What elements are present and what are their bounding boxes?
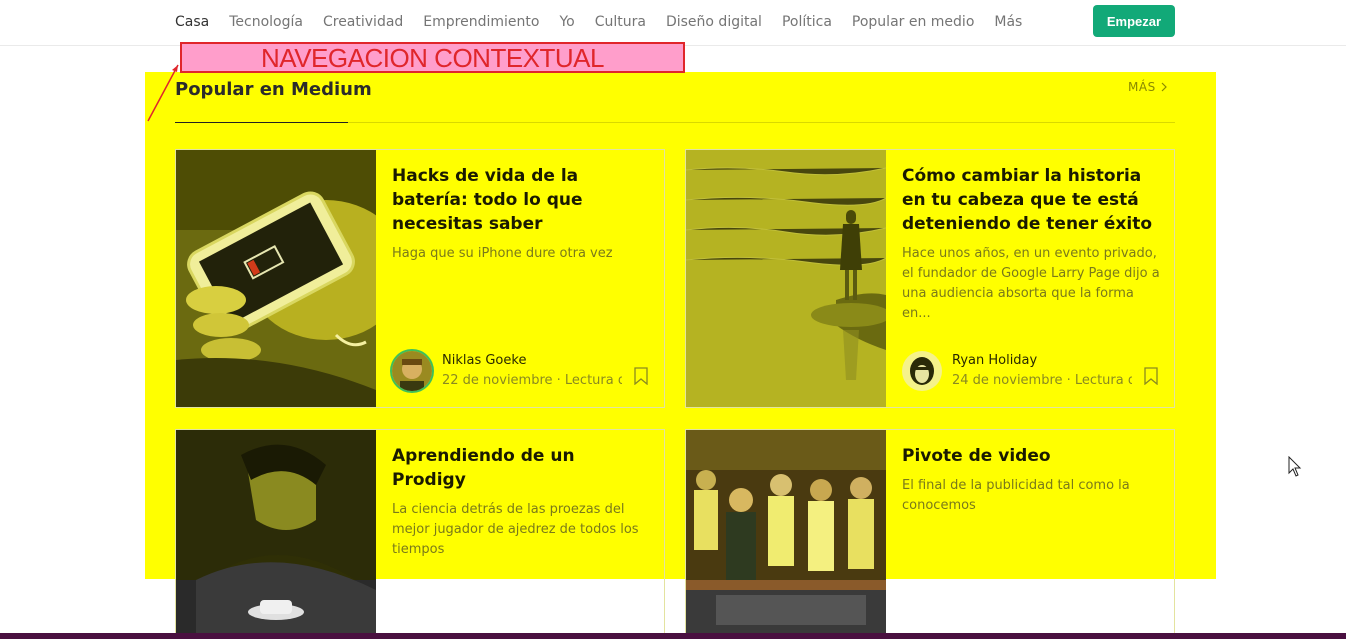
more-link-label: MÁS [1128,80,1156,94]
woman-lake-image [686,150,886,407]
author-block: Niklas Goeke 22 de noviembre · Lectura d… [392,351,662,391]
article-card[interactable]: Pivote de video El final de la publicida… [685,429,1175,639]
article-date: 24 de noviembre · Lectura d... [952,373,1132,388]
phone-battery-image [176,150,376,407]
author-block: Ryan Holiday 24 de noviembre · Lectura d… [902,351,1172,391]
nav-item-diseno-digital[interactable]: Diseño digital [666,14,762,30]
author-name[interactable]: Ryan Holiday [952,351,1132,371]
office-group-image [686,430,886,638]
article-card[interactable]: Aprendiendo de un Prodigy La ciencia det… [175,429,665,639]
article-image[interactable] [176,430,376,638]
nav-item-popular-en-medio[interactable]: Popular en medio [852,14,974,30]
article-subtitle: El final de la publicidad tal como la co… [902,478,1130,513]
mouse-cursor-icon [1288,456,1302,477]
chevron-right-icon [1161,82,1167,92]
section-title: Popular en Medium [175,79,372,100]
avatar[interactable] [392,351,432,391]
article-title[interactable]: Aprendiendo de un Prodigy [392,444,654,492]
nav-item-tecnologia[interactable]: Tecnología [229,14,303,30]
article-subtitle: Haga que su iPhone dure otra vez [392,246,613,261]
article-body: Pivote de video El final de la publicida… [902,444,1164,516]
nav-item-mas[interactable]: Más [994,14,1022,30]
annotation-label: NAVEGACION CONTEXTUAL [180,42,685,73]
avatar[interactable] [902,351,942,391]
taskbar-strip [0,633,1346,639]
article-image[interactable] [686,430,886,638]
chess-player-image [176,430,376,638]
start-button[interactable]: Empezar [1093,5,1175,37]
more-link[interactable]: MÁS [1128,80,1168,94]
article-title[interactable]: Hacks de vida de la batería: todo lo que… [392,164,654,236]
author-meta: Niklas Goeke 22 de noviembre · Lectura d… [442,351,622,391]
author-meta: Ryan Holiday 24 de noviembre · Lectura d… [952,351,1132,391]
nav-item-creatividad[interactable]: Creatividad [323,14,403,30]
section-divider [348,122,1175,123]
top-navigation: Casa Tecnología Creatividad Emprendimien… [0,0,1346,46]
article-body: Hacks de vida de la batería: todo lo que… [392,164,654,264]
article-title[interactable]: Cómo cambiar la historia en tu cabeza qu… [902,164,1164,236]
article-card[interactable]: Hacks de vida de la batería: todo lo que… [175,149,665,408]
bookmark-icon[interactable] [634,367,648,385]
nav-item-casa[interactable]: Casa [175,14,209,30]
article-image[interactable] [176,150,376,407]
article-image[interactable] [686,150,886,407]
nav-item-yo[interactable]: Yo [559,14,574,30]
article-subtitle: Hace unos años, en un evento privado, el… [902,246,1160,321]
article-body: Cómo cambiar la historia en tu cabeza qu… [902,164,1164,324]
author-name[interactable]: Niklas Goeke [442,351,622,371]
nav-menu: Casa Tecnología Creatividad Emprendimien… [175,14,1042,30]
article-date: 22 de noviembre · Lectura d... [442,373,622,388]
bookmark-icon[interactable] [1144,367,1158,385]
article-title[interactable]: Pivote de video [902,444,1164,468]
article-card[interactable]: Cómo cambiar la historia en tu cabeza qu… [685,149,1175,408]
nav-item-cultura[interactable]: Cultura [595,14,646,30]
nav-item-emprendimiento[interactable]: Emprendimiento [423,14,539,30]
article-subtitle: La ciencia detrás de las proezas del mej… [392,502,639,557]
nav-item-politica[interactable]: Política [782,14,832,30]
article-body: Aprendiendo de un Prodigy La ciencia det… [392,444,654,560]
section-underline [175,122,348,123]
